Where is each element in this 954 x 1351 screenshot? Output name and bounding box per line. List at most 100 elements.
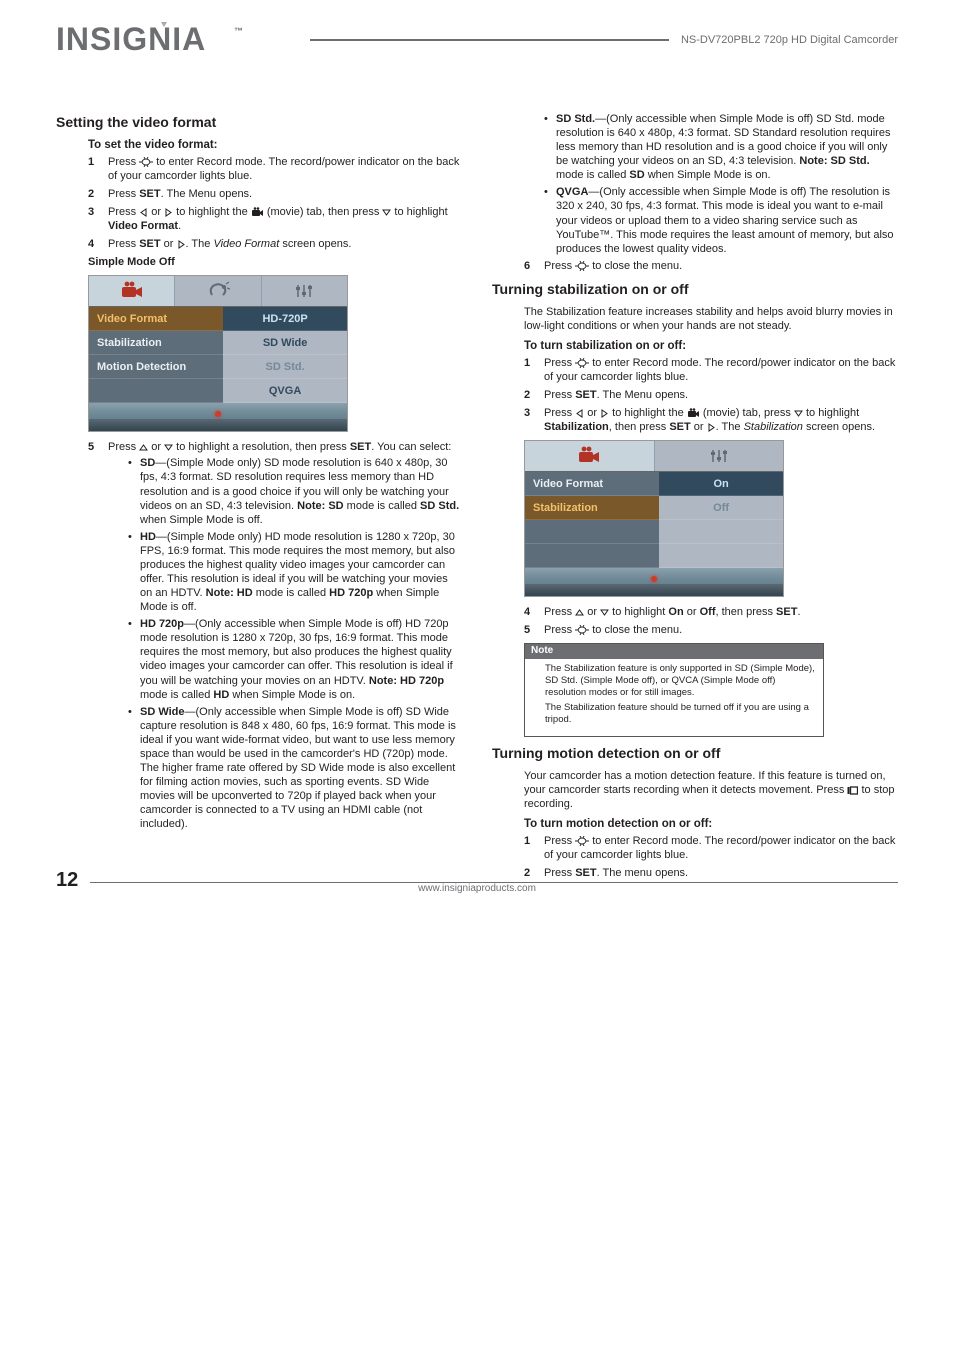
text: to close the menu. — [589, 624, 682, 636]
text: or — [148, 206, 164, 218]
set-label: SET — [139, 188, 160, 200]
stab-step-4: 4 Press or to highlight On or Off, then … — [524, 605, 898, 619]
right-column: SD Std. —(Only accessible when Simple Mod… — [492, 110, 898, 884]
on-label: On — [668, 606, 683, 618]
menu-option-empty — [659, 520, 783, 544]
text: to highlight the — [173, 206, 251, 218]
left-arrow-icon — [575, 406, 584, 420]
heading-to-set-video-format: To set the video format: — [88, 138, 462, 153]
text: to close the menu. — [589, 260, 682, 272]
text: (movie) tab, then press — [264, 206, 383, 218]
product-title: NS-DV720PBL2 720p HD Digital Camcorder — [681, 34, 898, 46]
screenshot-footer — [525, 568, 783, 596]
text: . The — [186, 238, 214, 250]
menu-option: Off — [659, 496, 783, 520]
note-label: Note: SD Std. — [799, 155, 869, 167]
menu-item-empty — [525, 520, 659, 544]
note-bold: HD 720p — [329, 587, 373, 599]
stab-step-2: 2 Press SET. The Menu opens. — [524, 388, 898, 402]
up-arrow-icon — [575, 605, 584, 619]
movie-icon — [687, 406, 700, 420]
note-heading: Note — [525, 644, 823, 659]
text: . The Menu opens. — [161, 188, 253, 200]
right-arrow-icon — [707, 420, 716, 434]
text: when Simple Mode is off. — [140, 514, 263, 526]
text: to enter Record mode. The record/power i… — [108, 156, 459, 182]
note-p2: The Stabilization feature should be turn… — [545, 702, 817, 726]
text: to highlight — [803, 407, 859, 419]
bullet-label: SD Std. — [556, 113, 595, 125]
bullet-text: —(Only accessible when Simple Mode is of… — [140, 706, 456, 831]
text: mode is called — [253, 587, 329, 599]
note-bold: SD — [629, 169, 644, 181]
bullet-text: —(Only accessible when Simple Mode is of… — [556, 186, 894, 254]
bullet-label: HD — [140, 531, 156, 543]
heading-to-turn-stabilization: To turn stabilization on or off: — [524, 339, 898, 354]
simple-mode-off-label: Simple Mode Off — [88, 255, 462, 269]
note-label: Note: HD — [206, 587, 253, 599]
svg-text:™: ™ — [234, 26, 244, 36]
left-column: Setting the video format To set the vide… — [56, 110, 462, 884]
record-mode-icon — [575, 836, 589, 846]
footer-bar: 12 www.insigniaproducts.com — [56, 869, 898, 892]
note-box: Note The Stabilization feature is only s… — [524, 643, 824, 737]
text: Press — [108, 238, 139, 250]
step-4: 4 Press SET or . The Video Format screen… — [88, 237, 462, 251]
menu-option: HD-720P — [223, 307, 347, 331]
menu-option: SD Std. — [223, 355, 347, 379]
footer-url: www.insigniaproducts.com — [418, 883, 536, 894]
right-arrow-icon — [600, 406, 609, 420]
record-mode-icon — [575, 358, 589, 368]
set-label: SET — [669, 421, 690, 433]
tab-movie — [89, 276, 175, 306]
tab-movie — [525, 441, 655, 471]
text: Press — [544, 389, 575, 401]
motion-intro: Your camcorder has a motion detection fe… — [524, 769, 898, 811]
stabilization-italic: Stabilization — [744, 421, 803, 433]
menu-item: Video Format — [89, 307, 223, 331]
note-p1: The Stabilization feature is only suppor… — [545, 663, 817, 699]
page-number: 12 — [56, 869, 78, 892]
bullet-qvga: QVGA—(Only accessible when Simple Mode i… — [544, 185, 898, 255]
step-6: 6 Press to close the menu. — [524, 259, 898, 273]
header-rule — [310, 39, 669, 41]
text: . You can select: — [371, 441, 451, 453]
set-label: SET — [776, 606, 797, 618]
text: to highlight a resolution, then press — [173, 441, 350, 453]
text: . The Menu opens. — [597, 389, 689, 401]
record-mode-icon — [575, 625, 589, 635]
text: , then press — [609, 421, 670, 433]
text: to enter Record mode. The record/power i… — [544, 357, 895, 383]
menu-option-empty — [659, 544, 783, 568]
text: to highlight the — [609, 407, 687, 419]
down-arrow-icon — [164, 440, 173, 454]
text: Press — [108, 156, 139, 168]
text: mode is called — [556, 169, 629, 181]
record-mode-icon — [575, 261, 589, 271]
menu-item-empty — [525, 544, 659, 568]
movie-icon — [251, 205, 264, 219]
up-arrow-icon — [139, 440, 148, 454]
menu-screenshot-video-format: Video Format Stabilization Motion Detect… — [88, 275, 348, 432]
set-label: SET — [350, 441, 371, 453]
text: Press — [544, 835, 575, 847]
motion-step-1: 1 Press to enter Record mode. The record… — [524, 834, 898, 862]
right-arrow-icon — [177, 237, 186, 251]
step-5: 5 Press or to highlight a resolution, th… — [88, 440, 462, 831]
down-arrow-icon — [382, 205, 391, 219]
bullet-label: QVGA — [556, 186, 588, 198]
bullet-hd720p: HD 720p—(Only accessible when Simple Mod… — [128, 617, 462, 701]
text: Press — [544, 624, 575, 636]
bullet-hd: HD—(Simple Mode only) HD mode resolution… — [128, 530, 462, 614]
set-label: SET — [139, 238, 160, 250]
text: when Simple Mode is on. — [229, 689, 355, 701]
step-1: 1 Press to enter Record mode. The record… — [88, 155, 462, 183]
text: Press — [108, 206, 139, 218]
stab-step-3: 3 Press or to highlight the (movie) tab,… — [524, 406, 898, 434]
heading-to-turn-motion: To turn motion detection on or off: — [524, 817, 898, 832]
left-arrow-icon — [139, 205, 148, 219]
text: Press — [544, 407, 575, 419]
menu-screenshot-stabilization: Video Format Stabilization On Off — [524, 440, 784, 597]
note-bold: SD Std. — [420, 500, 459, 512]
stab-step-5: 5 Press to close the menu. — [524, 623, 898, 637]
